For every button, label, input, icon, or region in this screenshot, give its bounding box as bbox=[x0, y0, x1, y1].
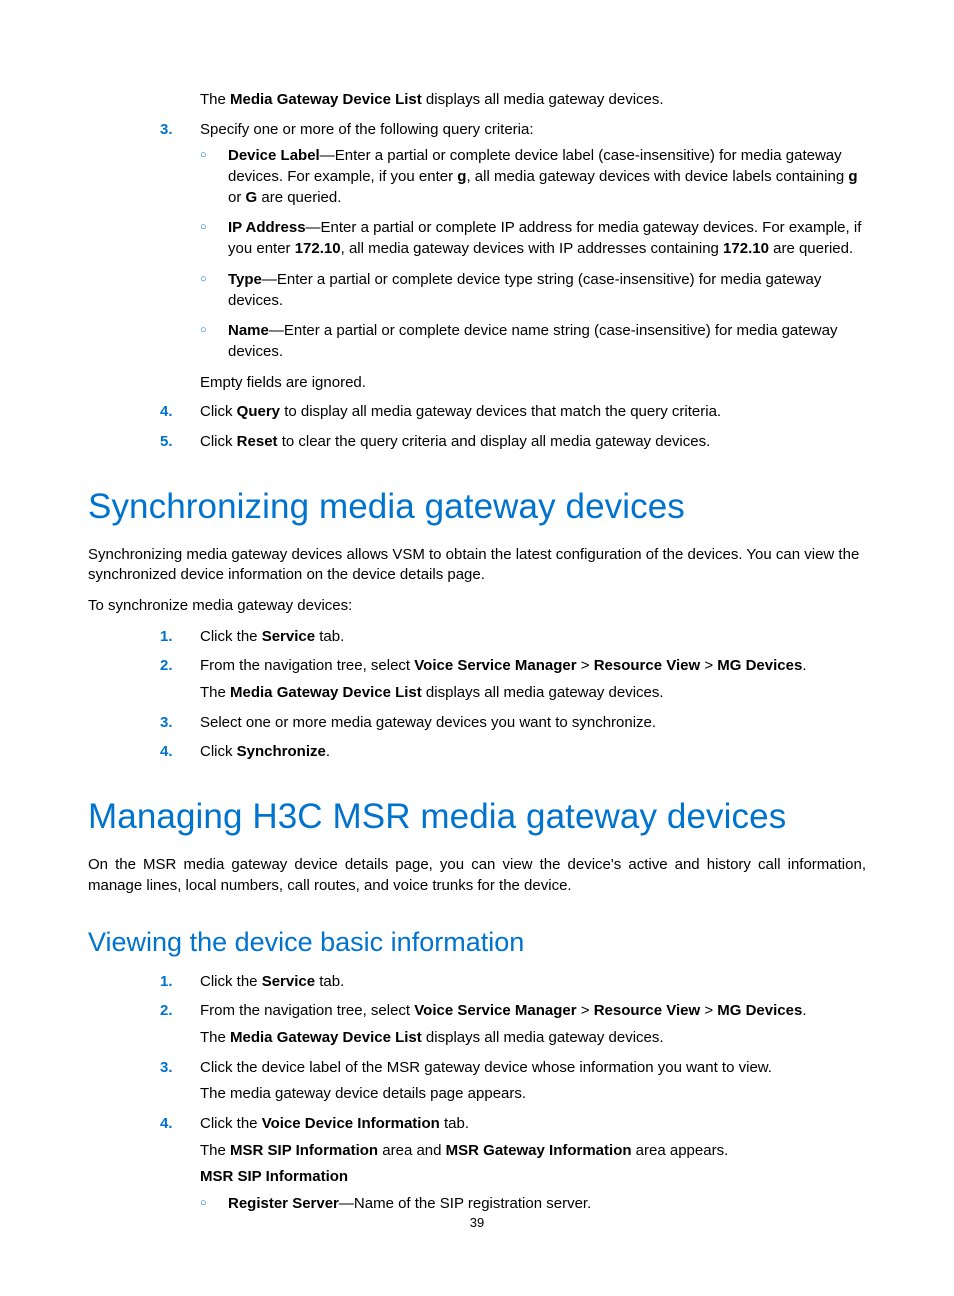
step-num: 3. bbox=[160, 713, 173, 734]
msr-sip-bullets: ○ Register Server—Name of the SIP regist… bbox=[200, 1194, 866, 1215]
step-num: 4. bbox=[160, 402, 173, 423]
criteria-device-label: ○ Device Label—Enter a partial or comple… bbox=[200, 146, 866, 208]
bullet-icon: ○ bbox=[200, 1196, 207, 1211]
view-step-3: 3. Click the device label of the MSR gat… bbox=[160, 1058, 866, 1105]
view-steps: 1. Click the Service tab. 2. From the na… bbox=[88, 972, 866, 1215]
heading-synchronizing: Synchronizing media gateway devices bbox=[88, 487, 866, 527]
criteria-name: ○ Name—Enter a partial or complete devic… bbox=[200, 321, 866, 362]
step-num: 2. bbox=[160, 656, 173, 677]
step-4: 4. Click Query to display all media gate… bbox=[160, 402, 866, 423]
sync-step-4: 4. Click Synchronize. bbox=[160, 742, 866, 763]
sync-intro: To synchronize media gateway devices: bbox=[88, 596, 866, 617]
bullet-register-server: ○ Register Server—Name of the SIP regist… bbox=[200, 1194, 866, 1215]
step-num: 3. bbox=[160, 120, 173, 141]
view-step-4: 4. Click the Voice Device Information ta… bbox=[160, 1114, 866, 1215]
view-step-2: 2. From the navigation tree, select Voic… bbox=[160, 1001, 866, 1048]
bullet-icon: ○ bbox=[200, 220, 207, 235]
bullet-icon: ○ bbox=[200, 323, 207, 338]
bullet-icon: ○ bbox=[200, 272, 207, 287]
view-step-1: 1. Click the Service tab. bbox=[160, 972, 866, 993]
step-num: 4. bbox=[160, 1114, 173, 1135]
prev-step-note: The Media Gateway Device List displays a… bbox=[200, 90, 866, 111]
query-steps: 3. Specify one or more of the following … bbox=[88, 120, 866, 453]
step-3-tail: Empty fields are ignored. bbox=[200, 373, 866, 394]
query-criteria-list: ○ Device Label—Enter a partial or comple… bbox=[200, 146, 866, 362]
sync-steps: 1. Click the Service tab. 2. From the na… bbox=[88, 627, 866, 763]
msr-para: On the MSR media gateway device details … bbox=[88, 855, 866, 896]
heading-managing-msr: Managing H3C MSR media gateway devices bbox=[88, 797, 866, 837]
step-num: 3. bbox=[160, 1058, 173, 1079]
sync-para: Synchronizing media gateway devices allo… bbox=[88, 545, 866, 586]
step-5: 5. Click Reset to clear the query criter… bbox=[160, 432, 866, 453]
step-num: 1. bbox=[160, 627, 173, 648]
step-3-intro: Specify one or more of the following que… bbox=[200, 120, 866, 141]
heading-viewing-basic-info: Viewing the device basic information bbox=[88, 927, 866, 958]
step-num: 1. bbox=[160, 972, 173, 993]
sync-step-1: 1. Click the Service tab. bbox=[160, 627, 866, 648]
step-num: 5. bbox=[160, 432, 173, 453]
step-3: 3. Specify one or more of the following … bbox=[160, 120, 866, 394]
sync-step-2: 2. From the navigation tree, select Voic… bbox=[160, 656, 866, 703]
criteria-type: ○ Type—Enter a partial or complete devic… bbox=[200, 270, 866, 311]
sync-step-3: 3. Select one or more media gateway devi… bbox=[160, 713, 866, 734]
step-num: 4. bbox=[160, 742, 173, 763]
page: The Media Gateway Device List displays a… bbox=[0, 0, 954, 1296]
step-num: 2. bbox=[160, 1001, 173, 1022]
criteria-ip-address: ○ IP Address—Enter a partial or complete… bbox=[200, 218, 866, 259]
bullet-icon: ○ bbox=[200, 148, 207, 163]
page-number: 39 bbox=[0, 1215, 954, 1230]
